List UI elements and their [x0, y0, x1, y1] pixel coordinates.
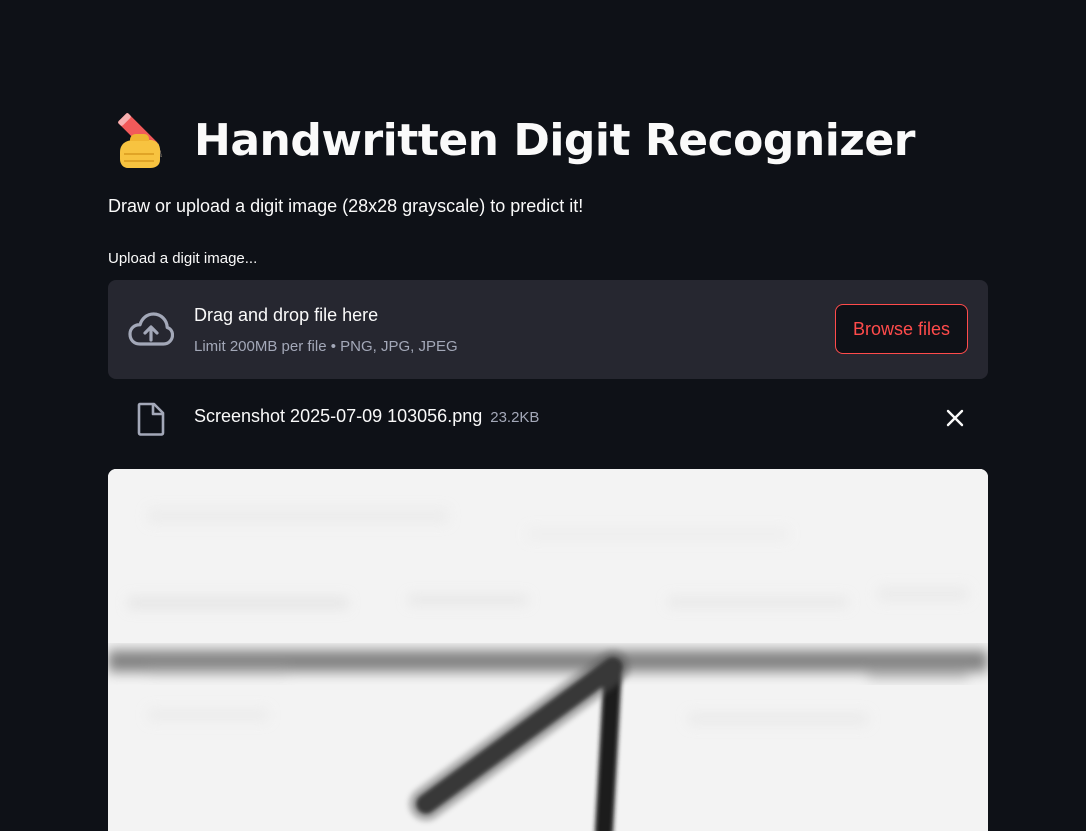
- cloud-upload-icon: [128, 310, 175, 350]
- writing-hand-icon: [114, 110, 176, 170]
- file-icon: [136, 402, 166, 436]
- file-size: 23.2KB: [490, 409, 540, 426]
- page-title-text: Handwritten Digit Recognizer: [194, 114, 915, 166]
- main-container: Handwritten Digit Recognizer Draw or upl…: [108, 0, 988, 831]
- page-title: Handwritten Digit Recognizer: [108, 108, 915, 172]
- uploaded-file-name: Screenshot 2025-07-09 103056.png 23.2KB: [194, 406, 539, 427]
- browse-files-button[interactable]: Browse files: [835, 304, 968, 354]
- file-dropzone[interactable]: Drag and drop file here Limit 200MB per …: [108, 280, 988, 379]
- close-icon[interactable]: [944, 407, 966, 429]
- uploaded-file-row: Screenshot 2025-07-09 103056.png 23.2KB: [108, 394, 988, 442]
- page-subtitle: Draw or upload a digit image (28x28 gray…: [108, 196, 584, 216]
- file-name-text: Screenshot 2025-07-09 103056.png: [194, 406, 483, 426]
- uploaded-image-preview: [108, 469, 988, 831]
- upload-label: Upload a digit image...: [108, 250, 258, 267]
- dropzone-limit: Limit 200MB per file • PNG, JPG, JPEG: [194, 338, 458, 355]
- dropzone-instructions: Drag and drop file here: [194, 305, 379, 325]
